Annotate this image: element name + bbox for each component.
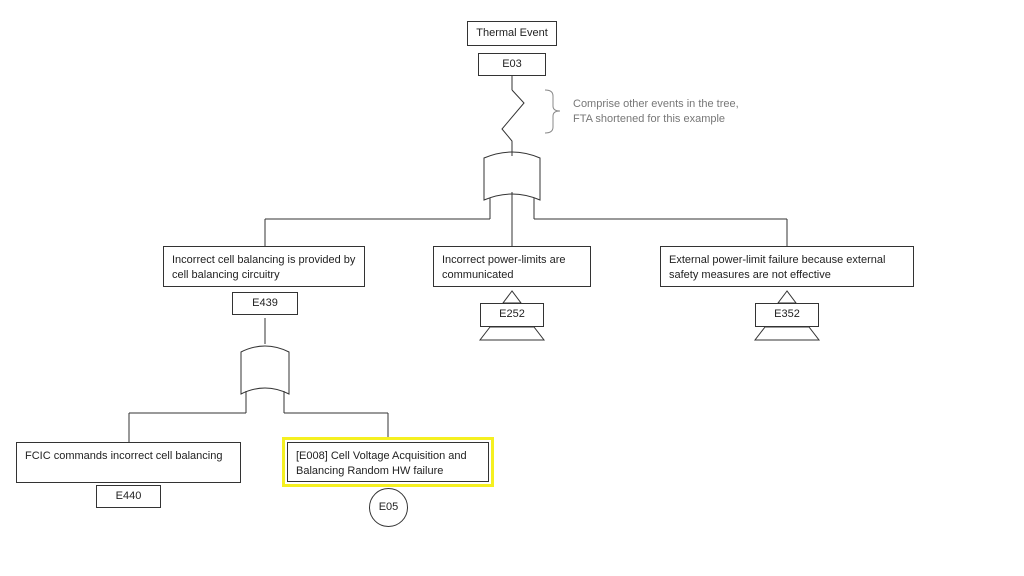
zigzag-break-icon (501, 89, 525, 150)
event-id-e352[interactable]: E352 (755, 303, 819, 327)
basic-event-circle-e05[interactable]: E05 (369, 488, 408, 527)
event-id-e252[interactable]: E252 (480, 303, 544, 327)
transfer-triangle-icon (753, 326, 821, 341)
transfer-triangle-icon (502, 290, 522, 304)
event-box-e252[interactable]: Incorrect power-limits are communicated (433, 246, 591, 287)
transfer-triangle-icon (777, 290, 797, 304)
event-box-e439[interactable]: Incorrect cell balancing is provided by … (163, 246, 365, 287)
transfer-triangle-icon (478, 326, 546, 341)
annotation-note: Comprise other events in the tree, FTA s… (573, 98, 739, 125)
top-event-id[interactable]: E03 (478, 53, 546, 76)
top-event-box[interactable]: Thermal Event (467, 21, 557, 46)
brace-icon (544, 89, 561, 134)
event-id-e440[interactable]: E440 (96, 485, 161, 508)
event-box-e008[interactable]: [E008] Cell Voltage Acquisition and Bala… (287, 442, 489, 482)
event-box-e352[interactable]: External power-limit failure because ext… (660, 246, 914, 287)
event-box-e440[interactable]: FCIC commands incorrect cell balancing (16, 442, 241, 483)
event-id-e439[interactable]: E439 (232, 292, 298, 315)
or-gate-icon (240, 345, 290, 395)
